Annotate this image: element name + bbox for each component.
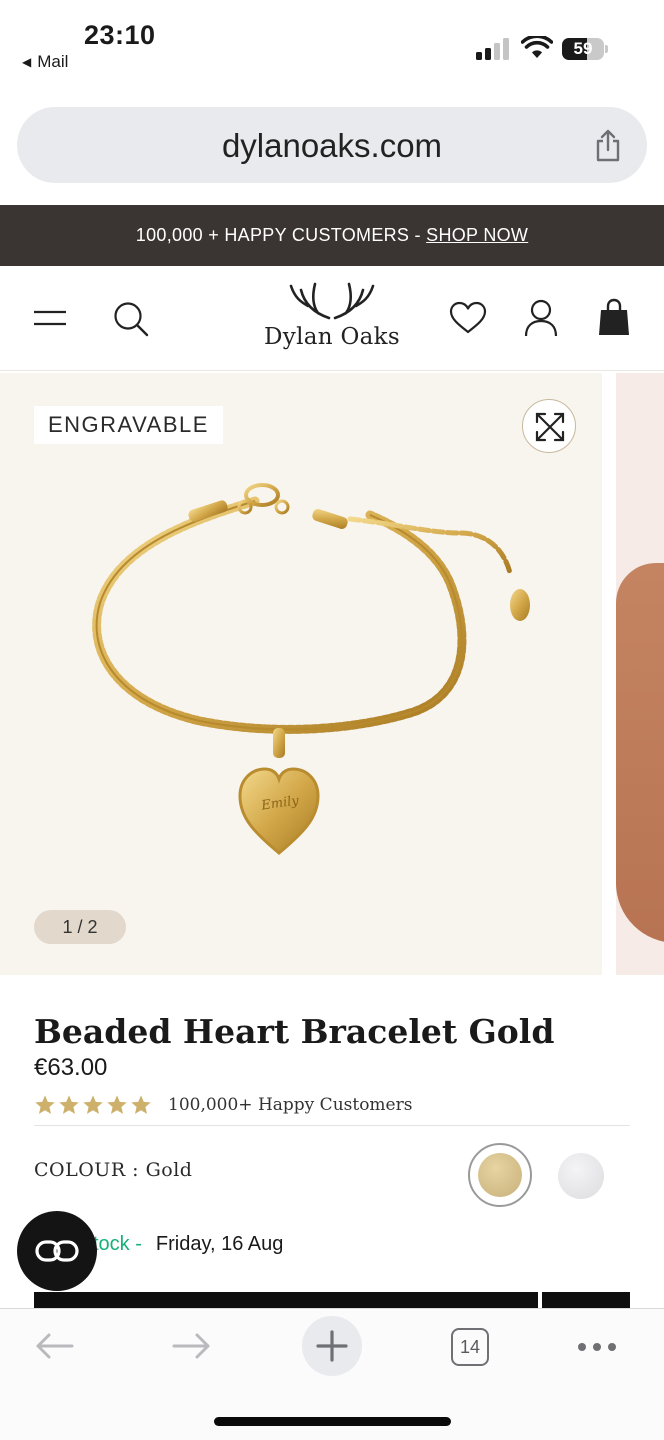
antlers-icon [289,282,375,320]
expand-icon [535,412,565,442]
back-app-label: Mail [37,52,69,71]
status-bar: 23:10 ◀ Mail 59 [0,0,664,90]
battery-icon: 59 [562,38,604,60]
wishlist-heart-icon[interactable] [449,301,487,335]
battery-tip [605,45,608,53]
promo-text: 100,000 + HAPPY CUSTOMERS - [135,225,427,245]
engravable-badge: ENGRAVABLE [34,406,223,444]
rating-row[interactable]: 100,000+ Happy Customers [34,1094,412,1116]
tabs-button[interactable]: 14 [451,1328,489,1366]
shop-now-link[interactable]: SHOP NOW [426,225,528,245]
buy-now-button[interactable] [542,1292,630,1308]
brand-logo[interactable]: Dylan Oaks [232,278,432,364]
gallery-slide-1[interactable]: ENGRAVABLE Emily 1 / 2 [0,373,602,975]
site-header: Dylan Oaks [0,266,664,371]
bracelet-image: Emily [92,483,530,855]
status-time: 23:10 [84,20,156,50]
forward-arrow-icon[interactable] [172,1331,212,1361]
star-icon [131,1095,151,1114]
product-price: €63.00 [34,1054,108,1081]
address-bar[interactable]: dylanoaks.com [17,107,647,183]
home-indicator [214,1417,451,1426]
search-icon[interactable] [112,300,150,338]
share-icon[interactable] [593,129,623,163]
swatch-gold-fill [478,1153,522,1197]
new-tab-button[interactable] [302,1316,362,1376]
colour-label: COLOUR : Gold [34,1159,193,1181]
image-counter: 1 / 2 [34,910,126,944]
chat-button[interactable] [17,1211,97,1291]
in-stock-text: tock - [93,1233,142,1255]
rating-stars [34,1094,152,1116]
battery-percent: 59 [573,39,593,58]
back-arrow-icon[interactable] [34,1331,74,1361]
expand-image-button[interactable] [522,399,576,453]
gallery-slide-2-peek[interactable] [616,373,664,975]
bag-icon[interactable] [598,298,630,336]
menu-icon[interactable] [33,306,67,332]
add-to-cart-button[interactable] [34,1292,538,1308]
back-triangle-icon: ◀ [22,55,32,69]
product-gallery[interactable]: ENGRAVABLE Emily 1 / 2 [0,373,664,975]
cellular-signal-icon [476,38,510,60]
colour-swatch-silver[interactable] [558,1153,604,1199]
promo-banner: 100,000 + HAPPY CUSTOMERS - SHOP NOW [0,205,664,266]
star-icon [107,1095,127,1114]
wifi-icon [521,36,553,58]
back-to-app[interactable]: ◀ Mail [22,52,68,72]
star-icon [35,1095,55,1114]
reviews-text: 100,000+ Happy Customers [168,1095,413,1115]
url-text[interactable]: dylanoaks.com [17,127,647,165]
delivery-date: Friday, 16 Aug [155,1233,284,1255]
more-menu-icon[interactable] [578,1343,616,1351]
star-icon [59,1095,79,1114]
star-icon [83,1095,103,1114]
chat-logo-icon [35,1240,79,1262]
account-icon[interactable] [524,299,558,337]
product-title: Beaded Heart Bracelet Gold [34,1012,555,1051]
colour-swatch-gold[interactable] [468,1143,532,1207]
stock-status: tock - Friday, 16 Aug [93,1233,283,1256]
divider [34,1125,630,1126]
plus-icon [316,1330,348,1362]
model-photo-preview [616,563,664,943]
brand-name: Dylan Oaks [264,324,400,350]
